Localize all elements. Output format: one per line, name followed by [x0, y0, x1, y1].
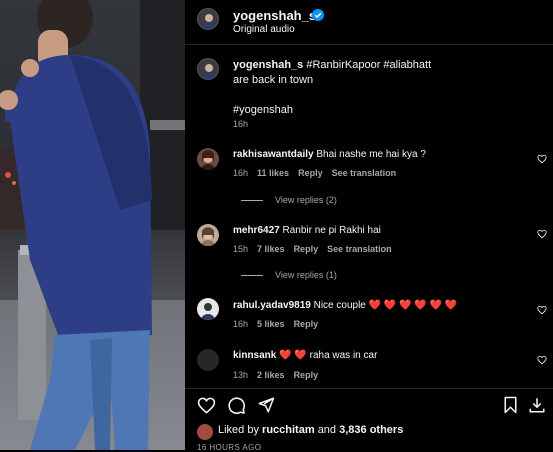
comment-text: Ranbir ne pi Rakhi hai	[282, 225, 381, 236]
download-icon[interactable]	[528, 395, 546, 415]
caption-text: are back in town	[233, 74, 314, 86]
comment-meta: 15h 7 likes Reply See translation	[233, 244, 401, 254]
comment-time: 16h	[233, 168, 249, 178]
post-panel: yogenshah_s Original audio yogenshah_s #…	[185, 0, 553, 452]
liker-avatar[interactable]	[197, 424, 213, 440]
comment-icon[interactable]	[227, 396, 246, 415]
heart-icon[interactable]	[197, 396, 216, 415]
heart-emoji-row: ❤️ ❤️ ❤️ ❤️ ❤️ ❤️	[368, 300, 458, 311]
likes-others[interactable]: 3,836 others	[339, 424, 403, 436]
caption-hashtag[interactable]: #yogenshah	[233, 104, 293, 116]
heart-emoji-row: ❤️ ❤️	[279, 350, 307, 361]
comment-time: 16h	[233, 319, 249, 329]
reply-button[interactable]: Reply	[294, 319, 319, 329]
view-replies-line	[241, 275, 263, 277]
comment-avatar[interactable]	[197, 298, 219, 320]
view-replies-line	[241, 200, 263, 202]
post-header: yogenshah_s Original audio	[185, 0, 553, 45]
likes-summary: Liked by rucchitam and 3,836 others	[218, 424, 403, 436]
comment-text: Nice couple	[313, 300, 366, 311]
caption-username[interactable]: yogenshah_s	[233, 59, 303, 71]
see-translation-button[interactable]: See translation	[327, 244, 392, 254]
video-frame	[0, 0, 185, 450]
caption-time: 16h	[233, 119, 249, 129]
comment-username[interactable]: mehr6427	[233, 225, 280, 236]
reply-button[interactable]: Reply	[294, 244, 319, 254]
post-video[interactable]	[0, 0, 185, 450]
comment-username[interactable]: kinnsank	[233, 350, 276, 361]
comment-avatar[interactable]	[197, 349, 219, 371]
author-username[interactable]: yogenshah_s	[233, 8, 316, 23]
comment-likes[interactable]: 11 likes	[257, 168, 289, 178]
audio-label[interactable]: Original audio	[233, 24, 295, 35]
see-translation-button[interactable]: See translation	[332, 168, 397, 178]
likes-and: and	[317, 424, 337, 436]
bookmark-icon[interactable]	[503, 396, 518, 414]
comment-meta: 13h 2 likes Reply	[233, 370, 327, 380]
comment-time: 13h	[233, 370, 249, 380]
comment-row: rahul.yadav9819 Nice couple ❤️ ❤️ ❤️ ❤️ …	[233, 300, 457, 311]
comment-meta: 16h 5 likes Reply	[233, 319, 327, 329]
comment-username[interactable]: rakhisawantdaily	[233, 149, 314, 160]
comment-meta: 16h 11 likes Reply See translation	[233, 168, 405, 178]
heart-icon[interactable]	[537, 229, 547, 239]
heart-icon[interactable]	[537, 355, 547, 365]
comment-row: mehr6427 Ranbir ne pi Rakhi hai	[233, 225, 381, 236]
comment-likes[interactable]: 5 likes	[257, 319, 285, 329]
reply-button[interactable]: Reply	[298, 168, 323, 178]
comment-avatar[interactable]	[197, 148, 219, 170]
likes-prefix: Liked by	[218, 424, 259, 436]
comment-avatar[interactable]	[197, 224, 219, 246]
comment-row: rakhisawantdaily Bhai nashe me hai kya ?	[233, 149, 426, 160]
comment-time: 15h	[233, 244, 249, 254]
liker-username[interactable]: rucchitam	[262, 424, 315, 436]
reply-button[interactable]: Reply	[294, 370, 319, 380]
caption: yogenshah_s #RanbirKapoor #aliabhatt are…	[233, 58, 533, 118]
heart-icon[interactable]	[537, 154, 547, 164]
view-replies-label[interactable]: View replies (2)	[275, 195, 337, 205]
view-replies-label[interactable]: View replies (1)	[275, 270, 337, 280]
author-avatar[interactable]	[197, 8, 219, 30]
view-replies-button[interactable]: View replies (2)	[241, 195, 337, 205]
post-age: 16 HOURS AGO	[197, 443, 262, 452]
caption-hashtags[interactable]: #RanbirKapoor #aliabhatt	[306, 59, 431, 71]
comment-likes[interactable]: 2 likes	[257, 370, 285, 380]
comment-row: kinnsank ❤️ ❤️ raha was in car	[233, 350, 377, 361]
comment-likes[interactable]: 7 likes	[257, 244, 285, 254]
comment-text: Bhai nashe me hai kya ?	[316, 149, 426, 160]
view-replies-button[interactable]: View replies (1)	[241, 270, 337, 280]
comment-username[interactable]: rahul.yadav9819	[233, 300, 311, 311]
caption-avatar[interactable]	[197, 58, 219, 80]
heart-icon[interactable]	[537, 305, 547, 315]
comment-text: raha was in car	[309, 350, 378, 361]
share-icon[interactable]	[257, 396, 275, 414]
verified-badge-icon	[312, 8, 324, 26]
action-bar	[185, 388, 553, 421]
